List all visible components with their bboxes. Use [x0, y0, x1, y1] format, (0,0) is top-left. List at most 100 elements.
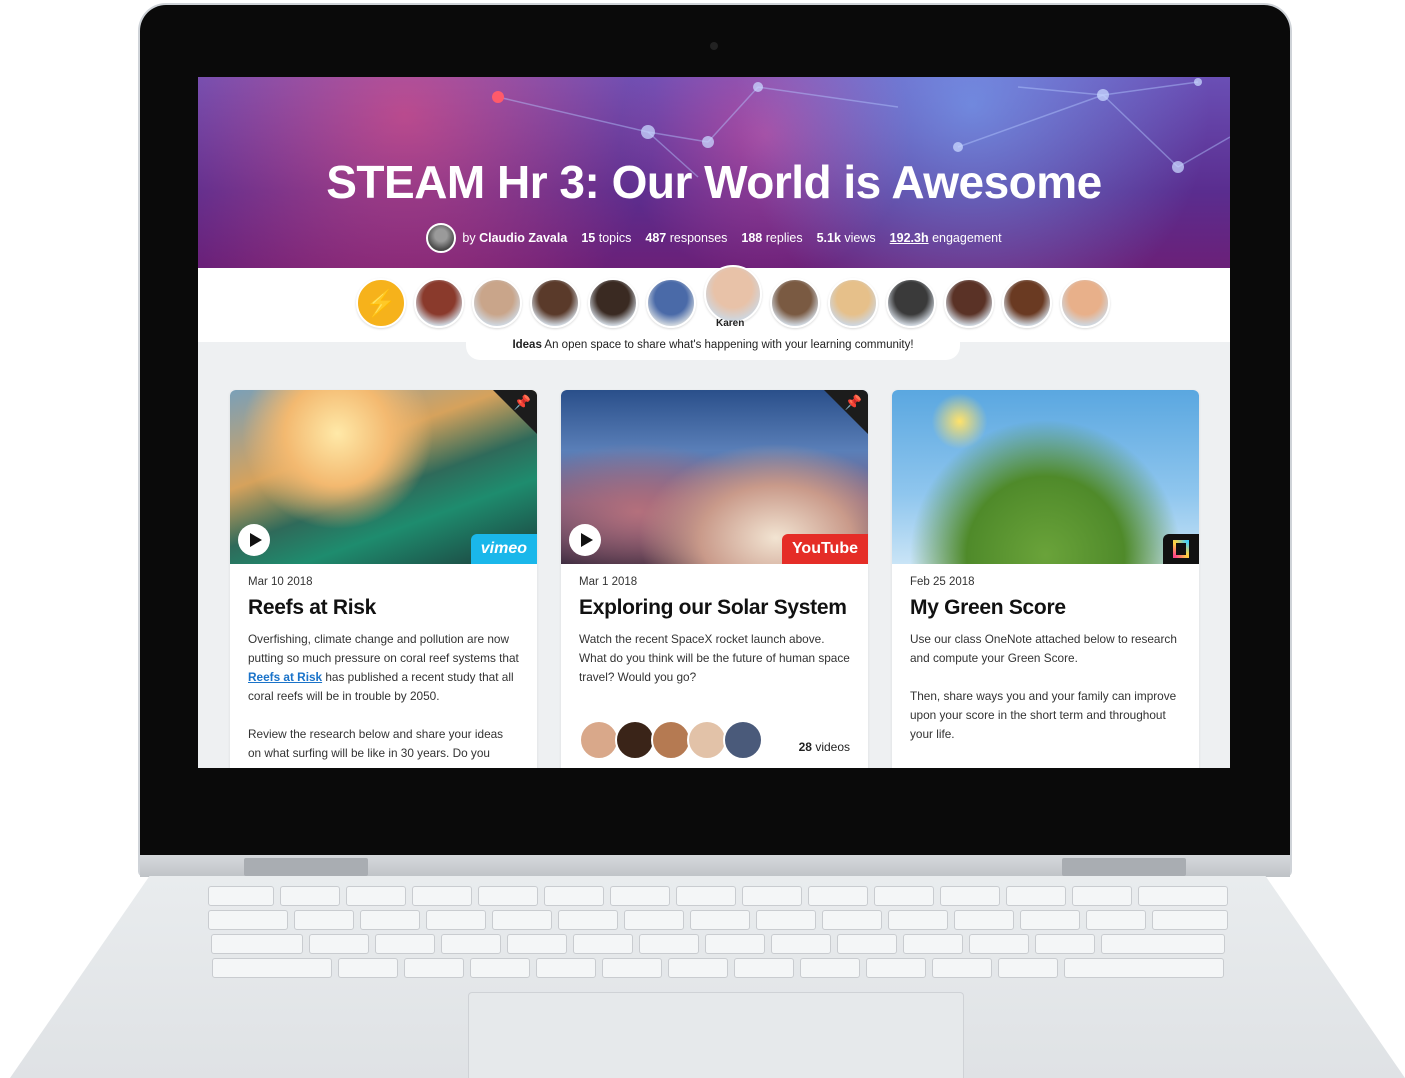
member-avatar[interactable]: [472, 278, 522, 328]
member-avatar[interactable]: [828, 278, 878, 328]
video-count-label: videos: [815, 740, 850, 754]
key: [470, 958, 530, 978]
topic-card[interactable]: 📌 YouTube Mar 1 2018 Exploring our Solar…: [561, 390, 868, 768]
stat-views-count: 5.1k: [816, 231, 841, 245]
hero-banner: STEAM Hr 3: Our World is Awesome by Clau…: [198, 77, 1230, 268]
member-avatar[interactable]: [1002, 278, 1052, 328]
keyboard-row: [98, 910, 1338, 930]
author-byline[interactable]: by Claudio Zavala: [462, 231, 567, 245]
group-name: Ideas: [512, 339, 542, 351]
key: [932, 958, 992, 978]
key: [969, 934, 1029, 954]
group-description-text: An open space to share what's happening …: [544, 339, 914, 351]
webcam-icon: [710, 42, 718, 50]
member-avatar[interactable]: [770, 278, 820, 328]
member-avatar-featured[interactable]: [704, 265, 762, 323]
pin-icon[interactable]: 📌: [514, 394, 531, 411]
topic-title[interactable]: My Green Score: [910, 596, 1181, 620]
topic-description: Watch the recent SpaceX rocket launch ab…: [579, 632, 850, 684]
key: [360, 910, 420, 930]
author-name[interactable]: Claudio Zavala: [479, 231, 567, 245]
group-description: Ideas An open space to share what's happ…: [466, 332, 960, 360]
responder-avatar[interactable]: [579, 720, 619, 760]
pin-icon[interactable]: 📌: [845, 394, 862, 411]
video-count-number: 28: [798, 740, 812, 754]
responder-avatar[interactable]: [723, 720, 763, 760]
key: [211, 934, 303, 954]
key: [888, 910, 948, 930]
reefs-at-risk-link[interactable]: Reefs at Risk: [248, 670, 322, 684]
responder-avatar[interactable]: [615, 720, 655, 760]
stat-topics: 15 topics: [581, 231, 631, 245]
by-label: by: [462, 231, 476, 245]
key: [998, 958, 1058, 978]
topic-text: Review the research below and share your…: [248, 727, 504, 760]
stat-views: 5.1k views: [817, 231, 876, 245]
member-avatar[interactable]: [886, 278, 936, 328]
key: [668, 958, 728, 978]
topic-meta-bar: by Claudio Zavala 15 topics 487 response…: [198, 223, 1230, 253]
topic-card[interactable]: 📌 vimeo Mar 10 2018 Reefs at Risk Overfi…: [230, 390, 537, 768]
lightning-bolt-icon[interactable]: ⚡: [356, 278, 406, 328]
key: [734, 958, 794, 978]
stat-replies: 188 replies: [741, 231, 802, 245]
member-avatar[interactable]: [414, 278, 464, 328]
topic-description: Use our class OneNote attached below to …: [910, 630, 1181, 744]
members-bar: ⚡ Karen: [198, 265, 1230, 342]
key: [507, 934, 567, 954]
key: [1152, 910, 1228, 930]
key: [954, 910, 1014, 930]
key: [1006, 886, 1066, 906]
topic-title[interactable]: Exploring our Solar System: [579, 596, 850, 620]
keyboard-row: [98, 934, 1338, 954]
member-avatar[interactable]: [588, 278, 638, 328]
play-icon[interactable]: [238, 524, 270, 556]
video-responders[interactable]: [579, 720, 763, 760]
key: [756, 910, 816, 930]
responder-avatar[interactable]: [687, 720, 727, 760]
key: [375, 934, 435, 954]
stat-replies-label: replies: [765, 231, 803, 245]
key: [610, 886, 670, 906]
stat-engagement-count[interactable]: 192.3h: [890, 231, 929, 245]
key: [874, 886, 934, 906]
member-avatar[interactable]: [530, 278, 580, 328]
stat-views-label: views: [844, 231, 876, 245]
key: [1101, 934, 1225, 954]
topic-card[interactable]: Feb 25 2018 My Green Score Use our class…: [892, 390, 1199, 768]
key: [822, 910, 882, 930]
key: [558, 910, 618, 930]
play-icon[interactable]: [569, 524, 601, 556]
author-avatar[interactable]: [426, 223, 457, 253]
video-count[interactable]: 28 videos: [799, 740, 850, 754]
key: [441, 934, 501, 954]
member-avatar[interactable]: [646, 278, 696, 328]
topic-thumbnail[interactable]: 📌 vimeo: [230, 390, 537, 564]
key: [800, 958, 860, 978]
stat-replies-count: 188: [741, 231, 763, 245]
stat-engagement-label: engagement: [932, 231, 1002, 245]
member-avatar[interactable]: [1060, 278, 1110, 328]
keyboard-row: [98, 958, 1338, 978]
key: [492, 910, 552, 930]
hinge-tab-left: [244, 858, 368, 876]
key: [404, 958, 464, 978]
member-avatar[interactable]: [944, 278, 994, 328]
featured-member-name: Karen: [716, 318, 745, 329]
key: [212, 958, 332, 978]
topic-title[interactable]: Reefs at Risk: [248, 596, 519, 620]
topic-card-body: Mar 10 2018 Reefs at Risk Overfishing, c…: [230, 564, 537, 763]
topic-thumbnail[interactable]: 📌 YouTube: [561, 390, 868, 564]
topic-thumbnail[interactable]: [892, 390, 1199, 564]
stat-engagement[interactable]: 192.3h engagement: [890, 231, 1002, 245]
stat-responses-count: 487: [645, 231, 667, 245]
responder-avatar[interactable]: [651, 720, 691, 760]
topic-date: Mar 1 2018: [579, 576, 638, 588]
topic-card-body: Mar 1 2018 Exploring our Solar System Wa…: [561, 564, 868, 687]
key: [866, 958, 926, 978]
key: [1020, 910, 1080, 930]
stat-topics-count: 15: [581, 231, 596, 245]
keyboard: [98, 886, 1338, 988]
topic-text: Use our class OneNote attached below to …: [910, 632, 1177, 665]
page-title: STEAM Hr 3: Our World is Awesome: [326, 156, 1102, 208]
